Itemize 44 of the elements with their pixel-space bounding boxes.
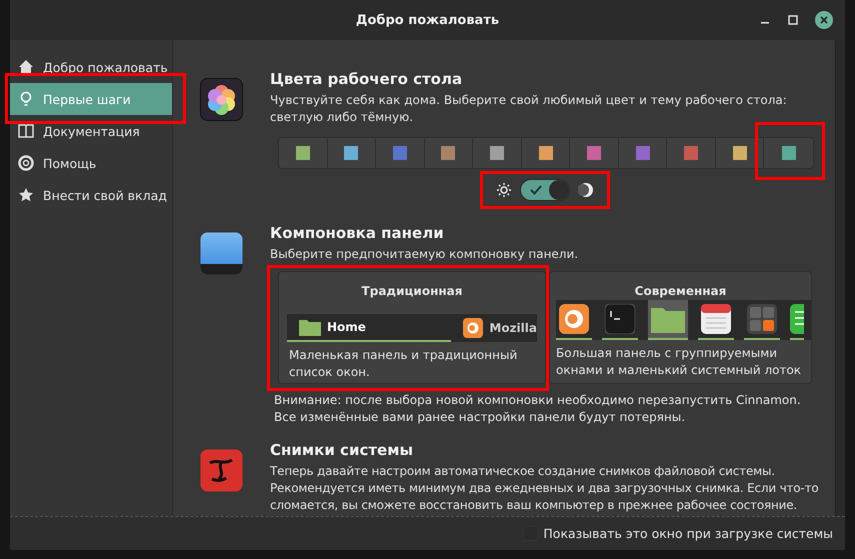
panel-layout-icon [200, 232, 243, 275]
home-icon [18, 59, 34, 75]
sun-icon [496, 182, 512, 198]
spreadsheet-icon [790, 304, 804, 334]
firefox-icon [463, 318, 484, 338]
scrollbar[interactable] [835, 40, 845, 516]
checkbox-label: Показывать это окно при загрузке системы [543, 526, 833, 541]
section-description: Чувствуйте себя как дома. Выберите свой любимый цвет и тему рабочего стола: светлую либо тёмную. [270, 92, 788, 126]
star-icon [18, 187, 34, 203]
lightbulb-icon [18, 91, 34, 107]
warning-text: Внимание: после выбора новой компоновки необходимо перезапустить Cinnamon. Все изменённые вами ранее настройки панели будут потеряны. [274, 392, 802, 426]
check-icon [530, 185, 542, 195]
window-label: Home [327, 320, 366, 334]
folder-icon [299, 318, 321, 336]
option-title: Современная [634, 284, 728, 299]
sidebar-item[interactable]: Добро пожаловать [10, 51, 172, 83]
theme-switch[interactable] [520, 179, 570, 201]
lifebuoy-icon [18, 155, 34, 171]
firefox-icon [559, 304, 589, 334]
terminal-icon [605, 304, 635, 334]
option-description: Маленькая панель и традиционный список окон. [288, 347, 518, 381]
window-label: Mozilla [489, 321, 537, 335]
option-description: Большая панель с группируемыми окнами и маленький системный лоток [555, 345, 802, 379]
close-button[interactable] [815, 11, 833, 29]
calendar-icon [701, 304, 731, 334]
section-description: Теперь давайте настроим автоматическое создание снимков файловой системы. Рекомендуется иметь минимум два ежедневных и два загрузочных снимка. Если что-то сломается, вы сможете восстановить ваш компьютер в прежнее рабочее состояние. [270, 463, 820, 514]
layout-option[interactable]: Современная Большая панель с группируемыми окнами и маленький системный лоток [549, 271, 812, 384]
section-title: Компоновка панели [270, 224, 445, 242]
moon-icon [578, 182, 594, 198]
sidebar-item[interactable]: Помощь [10, 147, 172, 179]
section-description: Выберите предпочитаемую компоновку панели. [270, 246, 580, 263]
window-title: Добро пожаловать [356, 12, 500, 28]
book-icon [18, 123, 34, 139]
option-title: Традиционная [360, 284, 464, 299]
calculator-icon [747, 304, 777, 334]
section-title: Цвета рабочего стола [270, 70, 464, 88]
sidebar-item[interactable]: Внести свой вклад [10, 179, 172, 211]
snapshot-app-icon [200, 449, 243, 492]
folder-icon [651, 305, 685, 333]
color-wheel-icon [200, 78, 243, 121]
maximize-button[interactable] [787, 14, 799, 26]
layout-option[interactable]: Традиционная Home Mozilla Маленькая панель и традиционный список окон. [278, 271, 546, 384]
section-title: Снимки системы [270, 441, 414, 459]
sidebar-item[interactable]: Документация [10, 115, 172, 147]
